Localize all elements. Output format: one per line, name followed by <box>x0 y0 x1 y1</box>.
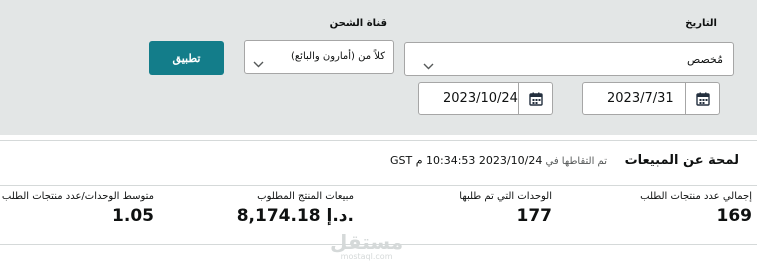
metric-ordered-product-sales: مبيعات المنتج المطلوب 8,174.18 د.إ. <box>237 191 354 226</box>
metric-total-order-items: إجمالي عدد منتجات الطلب 169 <box>640 191 752 226</box>
metric-label: مبيعات المنتج المطلوب <box>257 191 354 202</box>
metric-label: متوسط الوحدات/عدد منتجات الطلب <box>1 191 154 202</box>
metric-label: إجمالي عدد منتجات الطلب <box>640 191 752 202</box>
channel-value: كلاً من (أمارون والبائع) <box>290 51 385 62</box>
date-range-select[interactable]: مُخصص <box>404 42 734 76</box>
channel-label: قناة الشحن <box>329 18 387 29</box>
start-date-input[interactable]: 2023/7/31 <box>582 82 720 115</box>
metric-value: 1.05 <box>112 206 154 226</box>
calendar-icon[interactable] <box>685 83 719 114</box>
card-title: لمحة عن المبيعات <box>624 153 739 168</box>
end-date-input[interactable]: 2023/10/24 <box>418 82 553 115</box>
metric-avg-units-per-item: متوسط الوحدات/عدد منتجات الطلب 1.05 <box>2 191 154 226</box>
end-date-value: 2023/10/24 <box>443 91 518 106</box>
chevron-down-icon <box>423 55 434 74</box>
start-date-value: 2023/7/31 <box>607 91 674 106</box>
date-range-value: مُخصص <box>686 53 723 66</box>
capture-timestamp: تم التقاطها في 2023/10/24 10:34:53 م GST <box>390 154 607 167</box>
metric-label: الوحدات التي تم طلبها <box>459 191 552 202</box>
filter-panel: التاريخ قناة الشحن مُخصص كلاً من (أمارون… <box>0 0 757 135</box>
watermark-sub: mostaql.com <box>340 252 393 261</box>
captured-prefix: تم التقاطها في <box>545 156 607 167</box>
date-label: التاريخ <box>685 18 717 29</box>
watermark: مستقل mostaql.com <box>330 230 403 261</box>
watermark-text: مستقل <box>330 230 404 254</box>
chevron-down-icon <box>253 53 264 72</box>
channel-select[interactable]: كلاً من (أمارون والبائع) <box>244 40 394 74</box>
divider <box>0 185 757 186</box>
captured-time: 2023/10/24 10:34:53 م GST <box>389 154 543 167</box>
metric-value: 8,174.18 د.إ. <box>236 206 354 226</box>
metric-units-ordered: الوحدات التي تم طلبها 177 <box>459 191 552 226</box>
calendar-icon[interactable] <box>518 83 552 114</box>
apply-button[interactable]: تطبيق <box>149 41 224 75</box>
metric-value: 177 <box>516 206 553 226</box>
metric-value: 169 <box>716 206 753 226</box>
